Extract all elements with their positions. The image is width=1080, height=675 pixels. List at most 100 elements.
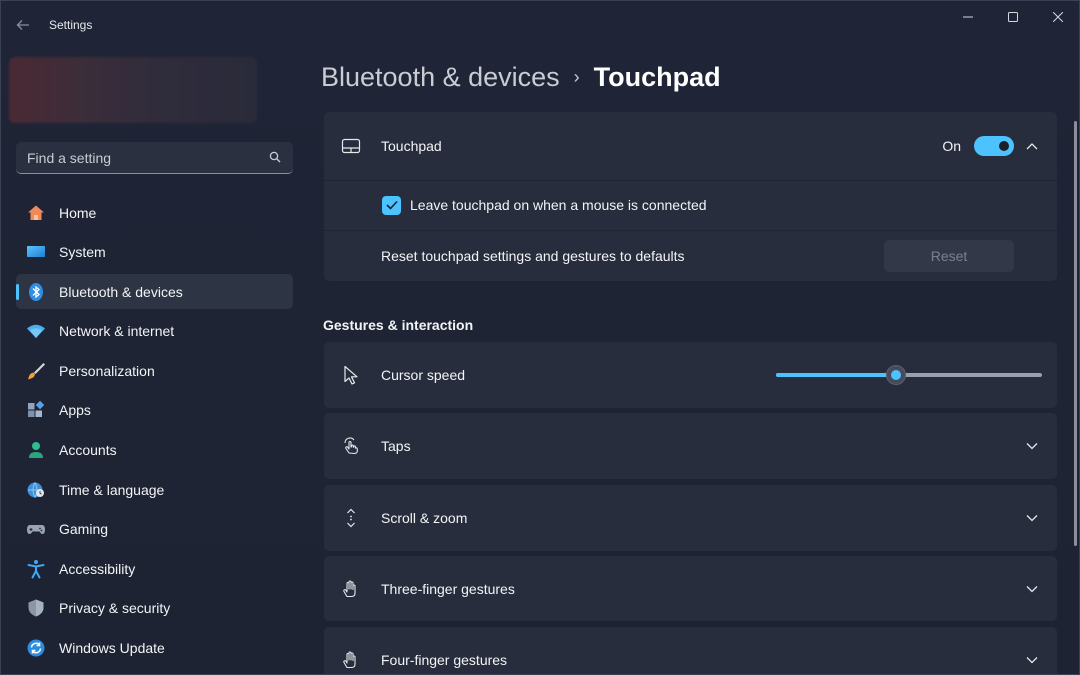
sidebar-item-home[interactable]: Home — [16, 195, 293, 230]
leave-touchpad-on-label[interactable]: Leave touchpad on when a mouse is connec… — [410, 197, 707, 213]
gestures-section-title: Gestures & interaction — [323, 317, 474, 333]
sidebar-item-label: Accessibility — [59, 560, 136, 577]
touchpad-icon — [341, 136, 361, 156]
three-finger-row[interactable]: Three-finger gestures — [324, 556, 1057, 621]
globe-clock-icon — [26, 480, 46, 500]
page-title: Touchpad — [593, 61, 721, 92]
cursor-icon — [341, 365, 361, 385]
breadcrumb-parent-link[interactable]: Bluetooth & devices — [321, 62, 560, 93]
sidebar-item-privacy-security[interactable]: Privacy & security — [16, 591, 293, 626]
hand-icon — [341, 650, 361, 670]
sidebar-item-label: System — [59, 244, 106, 261]
scroll-zoom-label: Scroll & zoom — [381, 510, 468, 526]
touchpad-toggle[interactable] — [974, 136, 1014, 156]
person-icon — [26, 440, 46, 460]
scroll-icon — [341, 508, 361, 528]
sidebar-item-label: Network & internet — [59, 323, 175, 340]
sidebar-item-label: Time & language — [59, 481, 165, 498]
accessibility-icon — [26, 559, 46, 579]
chevron-up-icon[interactable] — [1024, 138, 1040, 154]
breadcrumb-separator: › — [573, 66, 580, 87]
app-title: Settings — [49, 18, 93, 32]
sidebar-item-accessibility[interactable]: Accessibility — [16, 551, 293, 586]
sidebar-item-bluetooth-devices[interactable]: Bluetooth & devices — [16, 274, 293, 310]
system-icon — [26, 242, 46, 262]
bluetooth-icon — [26, 282, 46, 302]
taps-label: Taps — [381, 438, 411, 454]
maximize-button[interactable] — [990, 5, 1036, 29]
chevron-down-icon[interactable] — [1024, 438, 1040, 454]
touchpad-label: Touchpad — [381, 138, 442, 154]
toggle-state-text: On — [942, 138, 961, 154]
scroll-zoom-card[interactable]: Scroll & zoom — [324, 485, 1057, 551]
hand-icon — [341, 579, 361, 599]
sidebar-item-windows-update[interactable]: Windows Update — [16, 631, 293, 666]
maximize-icon — [1008, 12, 1018, 22]
reset-description: Reset touchpad settings and gestures to … — [381, 247, 685, 264]
cursor-speed-row: Cursor speed — [324, 342, 1057, 408]
search-input[interactable] — [27, 149, 257, 166]
sidebar-item-label: Privacy & security — [59, 600, 171, 617]
search-icon[interactable] — [269, 151, 281, 163]
sidebar-item-personalization[interactable]: Personalization — [16, 353, 293, 388]
taps-card[interactable]: Taps — [324, 413, 1057, 479]
toggle-knob — [999, 141, 1009, 151]
chevron-down-icon[interactable] — [1024, 652, 1040, 668]
sidebar-item-label: Accounts — [59, 442, 117, 459]
sidebar-item-label: Gaming — [59, 521, 109, 538]
brush-icon — [26, 361, 46, 381]
chevron-down-icon[interactable] — [1024, 510, 1040, 526]
reset-row: Reset touchpad settings and gestures to … — [324, 230, 1057, 281]
sidebar-item-label: Windows Update — [59, 640, 165, 657]
home-icon — [26, 203, 46, 223]
four-finger-label: Four-finger gestures — [381, 652, 508, 668]
scroll-zoom-row[interactable]: Scroll & zoom — [324, 485, 1057, 551]
slider-thumb[interactable] — [885, 365, 906, 385]
minimize-icon — [963, 16, 973, 18]
settings-window: Settings Home System — [0, 0, 1080, 675]
close-icon — [1053, 12, 1063, 22]
gamepad-icon — [26, 519, 46, 539]
touchpad-header-row[interactable]: Touchpad On — [324, 112, 1057, 180]
cursor-speed-card: Cursor speed — [324, 342, 1057, 408]
sidebar-item-label: Personalization — [59, 362, 155, 379]
slider-thumb-dot — [890, 370, 901, 380]
title-bar: Settings — [1, 1, 1079, 49]
wifi-icon — [26, 321, 46, 341]
sidebar-item-apps[interactable]: Apps — [16, 393, 293, 428]
leave-touchpad-on-row: Leave touchpad on when a mouse is connec… — [324, 180, 1057, 230]
tap-icon — [341, 436, 361, 456]
cursor-speed-label: Cursor speed — [381, 367, 466, 383]
shield-icon — [26, 598, 46, 618]
minimize-button[interactable] — [945, 5, 991, 29]
apps-icon — [26, 400, 46, 420]
three-finger-card[interactable]: Three-finger gestures — [324, 556, 1057, 621]
sidebar-item-network-internet[interactable]: Network & internet — [16, 314, 293, 349]
sidebar-item-accounts[interactable]: Accounts — [16, 433, 293, 468]
reset-button[interactable]: Reset — [884, 239, 1014, 272]
sidebar-item-gaming[interactable]: Gaming — [16, 512, 293, 547]
sidebar-item-system[interactable]: System — [16, 235, 293, 270]
main-scrollbar[interactable] — [1074, 121, 1077, 546]
user-profile-card[interactable] — [9, 57, 257, 123]
search-box[interactable] — [16, 142, 293, 174]
back-arrow-icon — [16, 20, 29, 30]
back-button[interactable] — [11, 13, 35, 37]
breadcrumb: Bluetooth & devices › Touchpad — [321, 59, 721, 95]
four-finger-row[interactable]: Four-finger gestures — [324, 627, 1057, 674]
three-finger-label: Three-finger gestures — [381, 580, 515, 597]
taps-row[interactable]: Taps — [324, 413, 1057, 479]
checkmark-icon — [385, 200, 398, 210]
four-finger-card[interactable]: Four-finger gestures — [324, 627, 1057, 674]
touchpad-card: Touchpad On Leave touchpad on when a mou… — [324, 112, 1057, 281]
cursor-speed-slider[interactable] — [776, 365, 1042, 385]
update-icon — [26, 638, 46, 658]
leave-touchpad-on-checkbox[interactable] — [382, 195, 401, 215]
sidebar-item-label: Bluetooth & devices — [59, 283, 183, 300]
slider-fill — [776, 373, 896, 377]
close-button[interactable] — [1035, 5, 1079, 29]
sidebar-item-time-language[interactable]: Time & language — [16, 472, 293, 507]
chevron-down-icon[interactable] — [1024, 581, 1040, 597]
sidebar-item-label: Home — [59, 204, 97, 221]
sidebar-item-label: Apps — [59, 402, 91, 419]
